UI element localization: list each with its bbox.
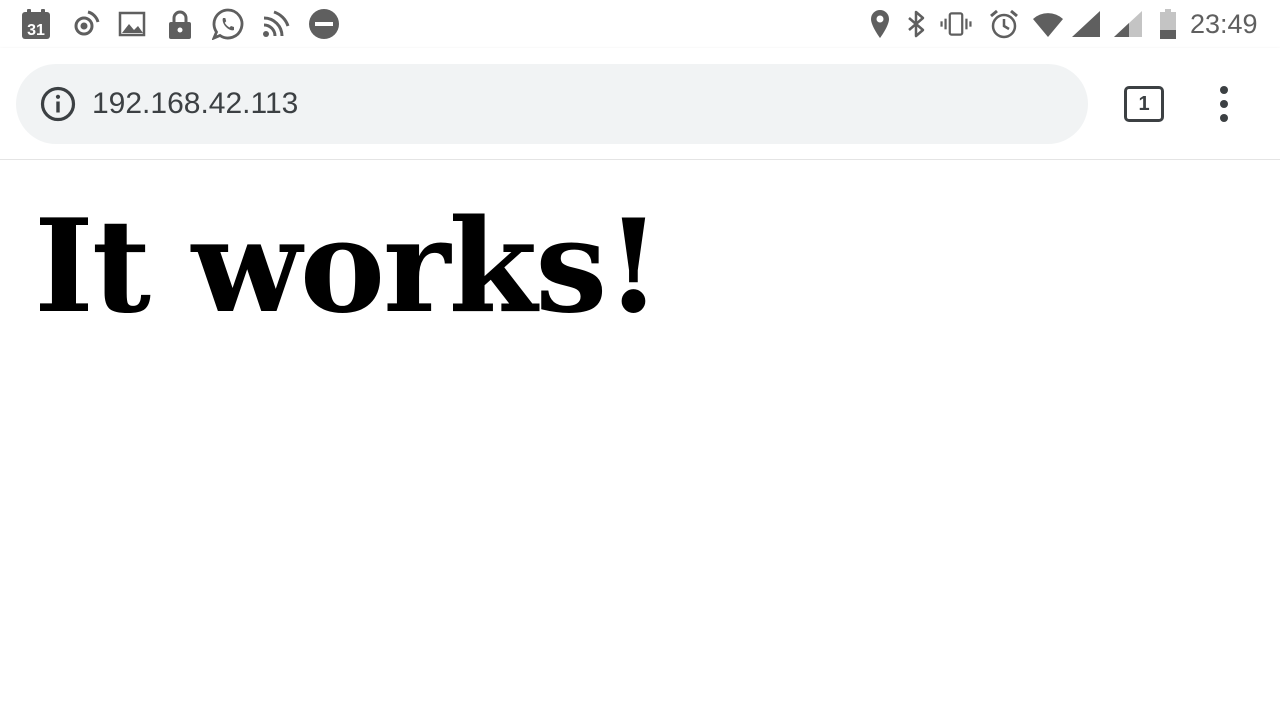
wifi-icon xyxy=(1032,8,1064,40)
alarm-icon xyxy=(988,8,1020,40)
menu-dot xyxy=(1220,86,1228,94)
info-icon[interactable] xyxy=(40,86,76,122)
do-not-disturb-icon xyxy=(308,8,340,40)
battery-icon xyxy=(1152,8,1184,40)
bluetooth-icon xyxy=(900,8,932,40)
browser-toolbar: 192.168.42.113 1 xyxy=(0,48,1280,160)
hotspot-icon xyxy=(68,8,100,40)
cast-icon xyxy=(260,8,292,40)
tab-switcher-button[interactable]: 1 xyxy=(1124,86,1164,122)
menu-dot xyxy=(1220,114,1228,122)
page-heading: It works! xyxy=(34,192,661,342)
calendar-icon: 31 xyxy=(20,8,52,40)
url-text[interactable]: 192.168.42.113 xyxy=(92,64,298,144)
more-options-button[interactable] xyxy=(1204,84,1244,124)
whatsapp-icon xyxy=(212,8,244,40)
location-icon xyxy=(864,8,896,40)
signal-weak-icon xyxy=(1112,8,1144,40)
lock-icon xyxy=(164,8,196,40)
image-icon xyxy=(116,8,148,40)
menu-dot xyxy=(1220,100,1228,108)
page-content: It works! xyxy=(0,160,1280,720)
svg-text:31: 31 xyxy=(27,22,45,39)
signal-icon xyxy=(1070,8,1102,40)
clock: 23:49 xyxy=(1190,9,1258,39)
status-bar: 31 23:49 xyxy=(0,0,1280,48)
address-bar[interactable]: 192.168.42.113 xyxy=(16,64,1088,144)
vibrate-icon xyxy=(940,8,972,40)
